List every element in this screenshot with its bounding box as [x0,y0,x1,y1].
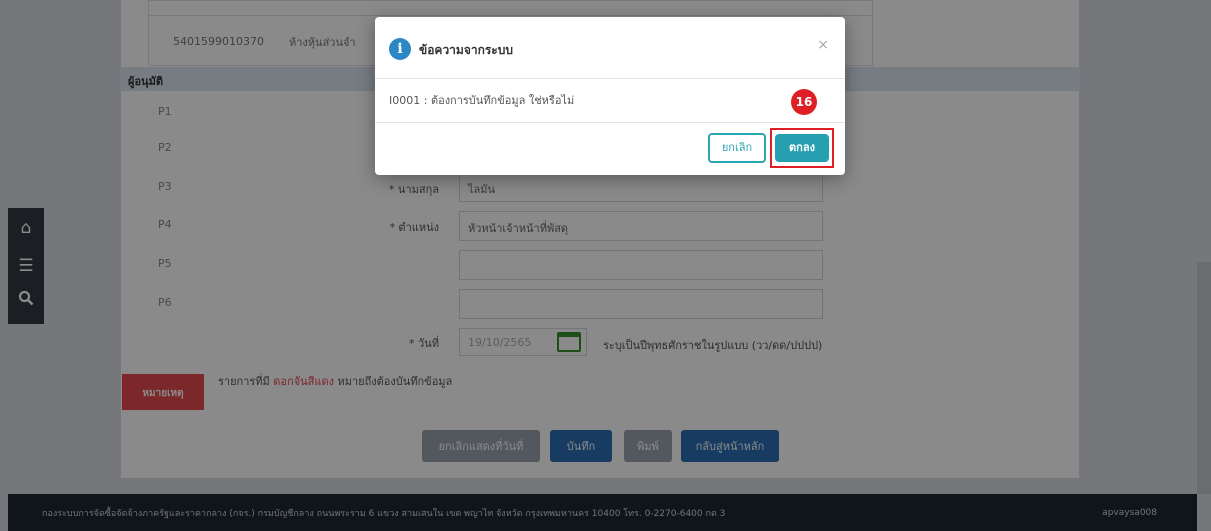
dialog-header: i ข้อความจากระบบ × [375,17,845,79]
info-icon: i [389,38,411,60]
cancel-button[interactable]: ยกเลิก [708,133,766,163]
ok-button[interactable]: ตกลง [775,134,829,162]
step-badge: 16 [791,89,817,115]
dialog-message: I0001 : ต้องการบันทึกข้อมูล ใช่หรือไม่ [375,79,845,123]
dialog-title: ข้อความจากระบบ [419,43,513,57]
confirm-dialog: i ข้อความจากระบบ × I0001 : ต้องการบันทึก… [375,17,845,175]
dialog-footer: ยกเลิก ตกลง [375,123,845,175]
close-icon[interactable]: × [817,37,829,53]
